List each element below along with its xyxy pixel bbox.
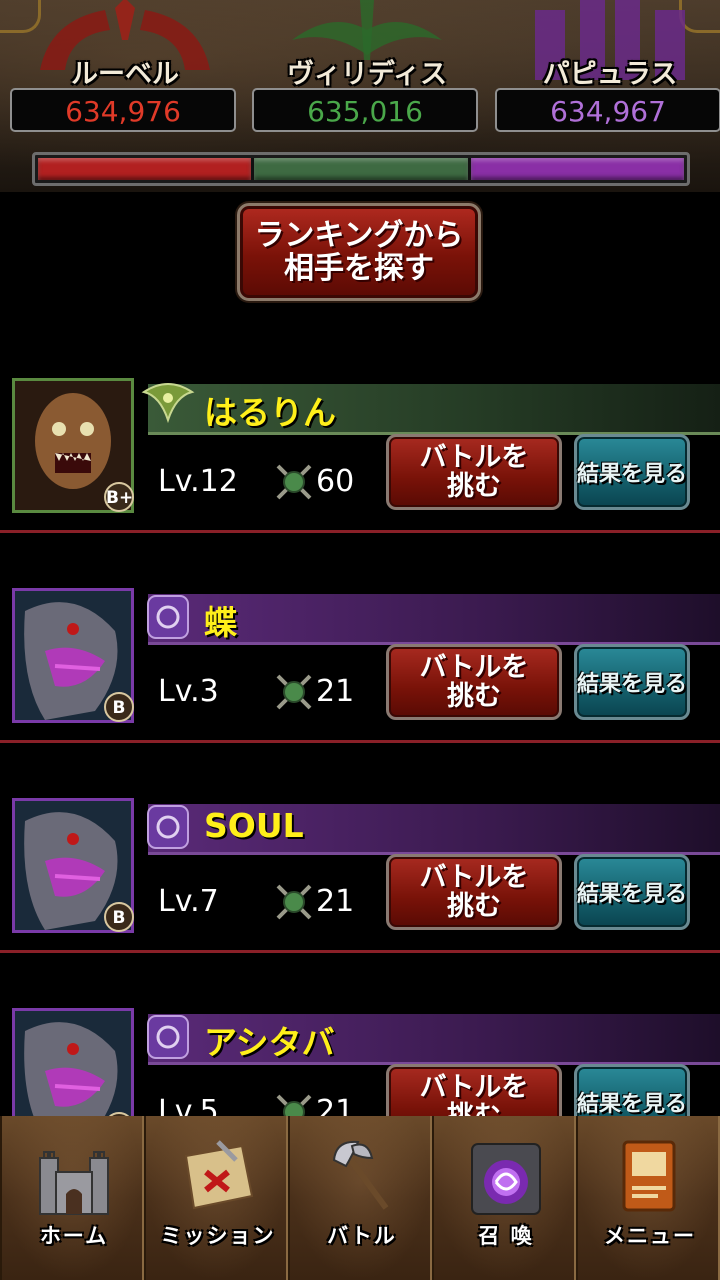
challenge-battle-label: バトルを 挑む [419, 442, 529, 502]
purple-faction-icon [147, 805, 189, 849]
search-from-ranking-button[interactable]: ランキングから 相手を探す [237, 203, 481, 301]
opponent-row: B SOUL Lv.7 21 バトルを 挑む 結果を見る [0, 796, 720, 956]
gauge-segment-green [251, 158, 471, 180]
opponent-level: Lv.3 [158, 674, 219, 709]
row-divider [0, 530, 720, 533]
summon-portal-icon [471, 1143, 541, 1215]
crossed-swords-icon [276, 884, 312, 920]
nav-mission[interactable]: ミッション [144, 1116, 288, 1280]
faction-name: ヴィリディス [286, 59, 448, 90]
row-divider [0, 740, 720, 743]
opponent-power: 21 [316, 674, 355, 709]
view-result-label: 結果を見る [577, 1092, 688, 1117]
opponent-row: B 蝶 Lv.3 21 バトルを 挑む 結果を見る [0, 586, 720, 746]
rarity-badge: B [104, 902, 134, 932]
crossed-swords-icon [276, 674, 312, 710]
map-scroll-icon [184, 1140, 254, 1210]
challenge-battle-label: バトルを 挑む [419, 862, 529, 922]
row-divider [0, 950, 720, 953]
faction-red: ルーベル 634,976 [10, 0, 240, 140]
opponent-level: Lv.12 [158, 464, 238, 499]
nav-home-label: ホーム [39, 1224, 109, 1248]
search-from-ranking-label: ランキングから 相手を探す [254, 218, 464, 286]
bottom-nav: ホーム ミッション バトル 召 喚 メニュー [0, 1116, 720, 1280]
book-icon [622, 1140, 676, 1212]
nav-summon[interactable]: 召 喚 [432, 1116, 576, 1280]
castle-icon [39, 1151, 109, 1215]
opponent-name: はるりん [204, 393, 336, 432]
opponent-name: 蝶 [204, 603, 237, 642]
challenge-battle-button[interactable]: バトルを 挑む [386, 854, 562, 930]
faction-green: ヴィリディス 635,016 [252, 0, 482, 140]
faction-score: 635,016 [252, 88, 478, 132]
crossed-swords-icon [276, 464, 312, 500]
faction-name: パピュラス [542, 59, 678, 90]
nav-menu-label: メニュー [604, 1224, 696, 1248]
axe-icon [332, 1140, 389, 1210]
view-result-label: 結果を見る [577, 462, 688, 487]
view-result-button[interactable]: 結果を見る [574, 854, 690, 930]
opponent-power: 21 [316, 884, 355, 919]
green-faction-icon [141, 383, 195, 424]
opponent-row: B+ はるりん Lv.12 60 バトルを 挑む 結果を見る [0, 376, 720, 536]
challenge-battle-button[interactable]: バトルを 挑む [386, 434, 562, 510]
challenge-battle-label: バトルを 挑む [419, 652, 529, 712]
nav-mission-label: ミッション [160, 1224, 276, 1248]
purple-faction-icon [147, 595, 189, 639]
view-result-button[interactable]: 結果を見る [574, 434, 690, 510]
nav-battle-label: バトル [327, 1224, 397, 1248]
gauge-segment-purple [470, 158, 684, 180]
rarity-badge: B [104, 692, 134, 722]
nav-menu[interactable]: メニュー [576, 1116, 720, 1280]
opponent-name-bar: はるりん [140, 376, 720, 435]
nav-battle[interactable]: バトル [288, 1116, 432, 1280]
faction-panel: ルーベル 634,976 ヴィリディス 635,016 パピュラス 634,96… [0, 0, 720, 192]
opponent-name-bar: アシタバ [140, 1006, 720, 1065]
rarity-badge: B+ [104, 482, 134, 512]
opponent-name-bar: SOUL [140, 796, 720, 855]
faction-purple: パピュラス 634,967 [495, 0, 720, 140]
opponent-name: SOUL [204, 806, 304, 845]
nav-home[interactable]: ホーム [0, 1116, 144, 1280]
view-result-button[interactable]: 結果を見る [574, 644, 690, 720]
view-result-label: 結果を見る [577, 672, 688, 697]
opponent-name: アシタバ [204, 1023, 335, 1062]
faction-name: ルーベル [71, 59, 179, 90]
purple-faction-icon [147, 1015, 189, 1059]
opponent-power: 60 [316, 464, 355, 499]
faction-power-gauge [32, 152, 690, 186]
nav-summon-label: 召 喚 [478, 1224, 534, 1248]
challenge-battle-button[interactable]: バトルを 挑む [386, 644, 562, 720]
opponent-level: Lv.7 [158, 884, 219, 919]
view-result-label: 結果を見る [577, 882, 688, 907]
faction-score: 634,976 [10, 88, 236, 132]
faction-score: 634,967 [495, 88, 720, 132]
gauge-segment-red [38, 158, 252, 180]
opponent-name-bar: 蝶 [140, 586, 720, 645]
